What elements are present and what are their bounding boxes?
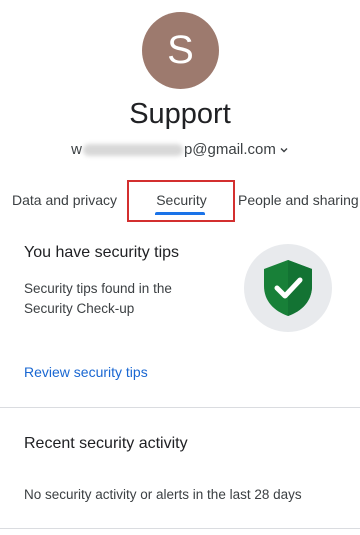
tab-data-and-privacy[interactable]: Data and privacy [12,178,124,222]
divider [0,407,360,408]
email-prefix: w [71,141,82,158]
review-security-tips-link[interactable]: Review security tips [24,364,148,380]
account-switcher[interactable]: w p@gmail.com [0,141,360,158]
avatar-letter: S [167,28,194,72]
email-suffix: p@gmail.com [183,141,276,158]
security-tips-description: Security tips found in the Security Chec… [24,281,172,316]
security-tips-title: You have security tips [24,244,180,261]
shield-icon [264,260,312,316]
recent-activity-description: No security activity or alerts in the la… [24,487,302,502]
divider [0,528,360,529]
chevron-down-icon [280,147,288,152]
tab-people-and-sharing[interactable]: People and sharing [238,178,360,222]
account-name: Support [129,98,231,130]
security-page: S Support w p@gmail.com Data and privacy… [0,0,360,535]
email-redaction [82,143,183,156]
recent-activity-title: Recent security activity [24,435,188,452]
highlight-annotation [127,180,235,222]
avatar[interactable]: S [142,12,219,89]
shield-check-icon [244,244,332,332]
